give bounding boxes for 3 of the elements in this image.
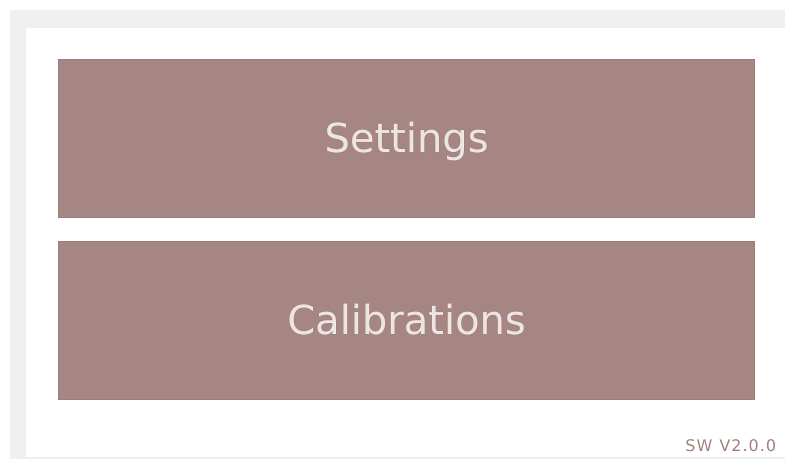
menu-button[interactable]: Calibrations	[58, 241, 755, 400]
version-label: SW V2.0.0	[685, 436, 777, 455]
menu-button[interactable]: Settings	[58, 59, 755, 218]
